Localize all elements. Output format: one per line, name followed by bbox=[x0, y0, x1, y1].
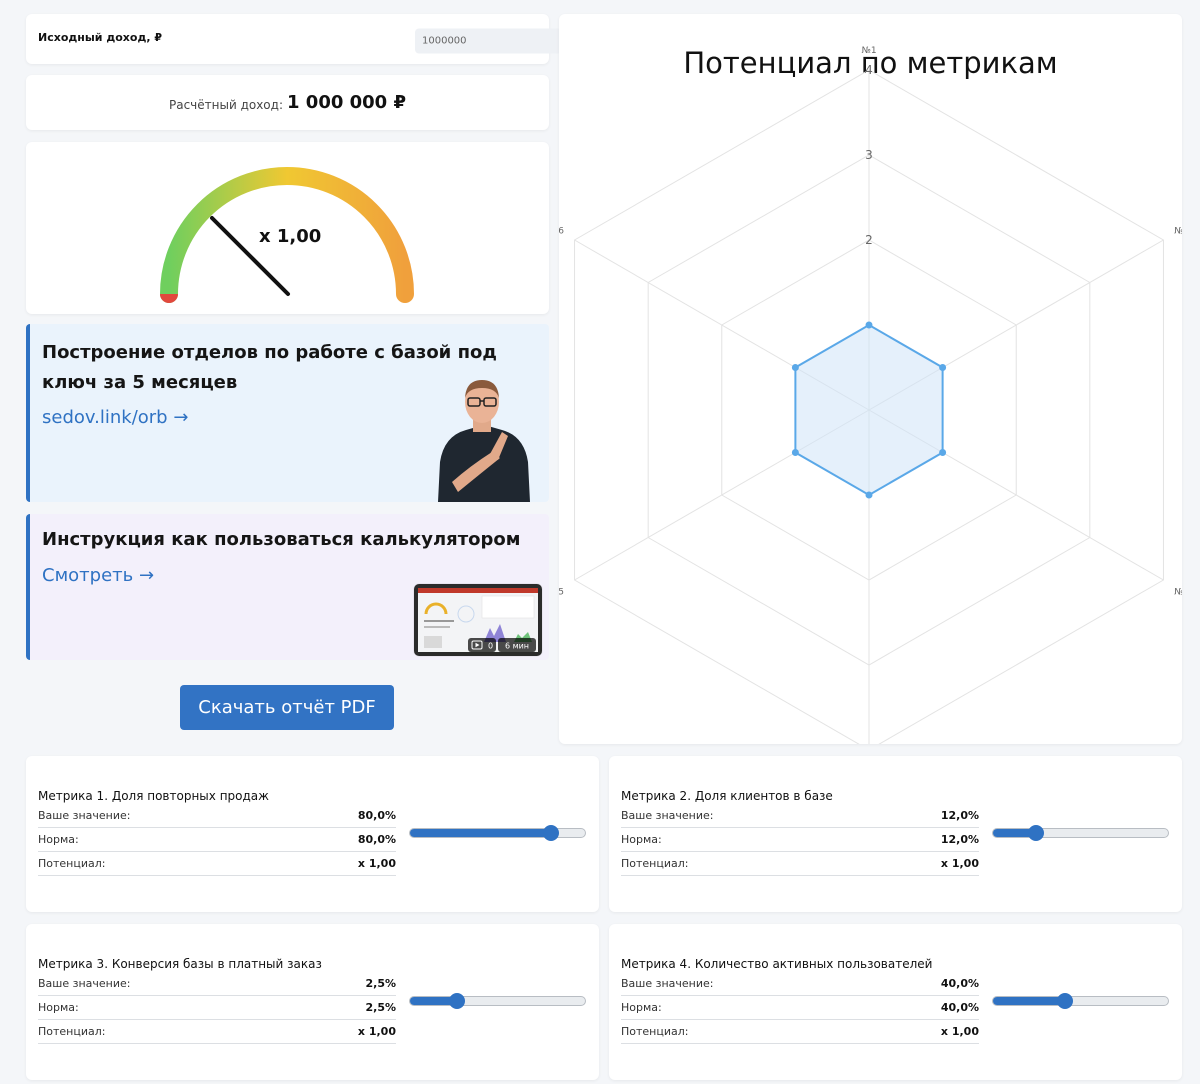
video-views: 0 bbox=[488, 642, 493, 651]
metric-slider[interactable] bbox=[992, 825, 1169, 841]
metric-row-yours: Ваше значение: 2,5% bbox=[38, 972, 396, 996]
radar-data-point bbox=[939, 364, 947, 371]
row-value: x 1,00 bbox=[357, 857, 396, 870]
presenter-photo bbox=[438, 380, 530, 502]
metric-title: Метрика 2. Доля клиентов в базе bbox=[621, 789, 833, 803]
metric-row-potential: Потенциал: x 1,00 bbox=[38, 1020, 396, 1044]
row-value: x 1,00 bbox=[357, 1025, 396, 1038]
download-pdf-button[interactable]: Скачать отчёт PDF bbox=[180, 685, 394, 730]
row-label: Ваше значение: bbox=[38, 809, 131, 822]
slider-fill bbox=[993, 997, 1066, 1005]
metric-card-3: Метрика 3. Конверсия базы в платный зака… bbox=[26, 924, 599, 1080]
calculated-income-value: 1 000 000 ₽ bbox=[287, 92, 406, 113]
radar-axis-label: №2 bbox=[1174, 227, 1182, 237]
slider-thumb[interactable] bbox=[448, 993, 465, 1009]
slider-thumb[interactable] bbox=[542, 825, 559, 841]
radar-series-area bbox=[794, 323, 944, 497]
row-label: Норма: bbox=[38, 1001, 79, 1014]
row-value: 40,0% bbox=[940, 1001, 979, 1014]
radar-data-point bbox=[865, 321, 873, 329]
promo-link[interactable]: Смотреть → bbox=[42, 565, 154, 586]
video-badges: 0 6 мин bbox=[468, 638, 536, 652]
row-value: 12,0% bbox=[940, 809, 979, 822]
metric-row-norm: Норма: 12,0% bbox=[621, 828, 979, 852]
radar-axis-label: №6 bbox=[559, 227, 564, 237]
row-value: 2,5% bbox=[365, 1001, 396, 1014]
radar-chart-card: Потенциал по метрикам 234№1№2№3№4№5№6 bbox=[559, 14, 1182, 744]
metric-row-potential: Потенциал: x 1,00 bbox=[621, 1020, 979, 1044]
row-label: Потенциал: bbox=[38, 1025, 106, 1038]
calculated-income-card: Расчётный доход: 1 000 000 ₽ bbox=[26, 75, 549, 130]
video-duration: 6 мин bbox=[505, 642, 529, 651]
slider-track[interactable] bbox=[409, 996, 586, 1006]
row-label: Потенциал: bbox=[621, 1025, 689, 1038]
row-label: Ваше значение: bbox=[621, 977, 714, 990]
row-label: Потенциал: bbox=[38, 857, 106, 870]
row-label: Норма: bbox=[621, 1001, 662, 1014]
metric-row-yours: Ваше значение: 12,0% bbox=[621, 804, 979, 828]
gauge-multiplier: x 1,00 bbox=[259, 226, 322, 247]
radar-axis-label: №5 bbox=[559, 588, 564, 598]
metric-row-norm: Норма: 2,5% bbox=[38, 996, 396, 1020]
slider-track[interactable] bbox=[992, 996, 1169, 1006]
radar-data-point bbox=[939, 449, 947, 456]
row-value: 2,5% bbox=[365, 977, 396, 990]
gauge-low-cap bbox=[160, 294, 178, 303]
promo-link[interactable]: sedov.link/orb → bbox=[42, 407, 188, 428]
metric-title: Метрика 4. Количество активных пользоват… bbox=[621, 957, 933, 971]
radar-tick-label: 2 bbox=[865, 233, 873, 247]
metric-row-yours: Ваше значение: 40,0% bbox=[621, 972, 979, 996]
metric-slider[interactable] bbox=[409, 993, 586, 1009]
metric-title: Метрика 1. Доля повторных продаж bbox=[38, 789, 269, 803]
slider-thumb[interactable] bbox=[1028, 825, 1045, 841]
metric-slider[interactable] bbox=[409, 825, 586, 841]
radar-data-point bbox=[865, 491, 873, 499]
metric-card-4: Метрика 4. Количество активных пользоват… bbox=[609, 924, 1182, 1080]
metric-row-potential: Потенциал: x 1,00 bbox=[621, 852, 979, 876]
slider-fill bbox=[410, 829, 552, 837]
radar-axis-label: №3 bbox=[1174, 588, 1182, 598]
calculated-income-label: Расчётный доход: bbox=[168, 97, 283, 112]
metric-row-yours: Ваше значение: 80,0% bbox=[38, 804, 396, 828]
slider-track[interactable] bbox=[992, 828, 1169, 838]
radar-chart: 234№1№2№3№4№5№6 bbox=[559, 46, 1182, 744]
row-label: Ваше значение: bbox=[38, 977, 131, 990]
radar-tick-label: 4 bbox=[865, 63, 873, 77]
metric-row-norm: Норма: 80,0% bbox=[38, 828, 396, 852]
row-label: Потенциал: bbox=[621, 857, 689, 870]
row-value: 12,0% bbox=[940, 833, 979, 846]
metric-row-norm: Норма: 40,0% bbox=[621, 996, 979, 1020]
metric-row-potential: Потенциал: x 1,00 bbox=[38, 852, 396, 876]
metric-title: Метрика 3. Конверсия базы в платный зака… bbox=[38, 957, 322, 971]
radar-data-point bbox=[791, 449, 799, 456]
metric-card-1: Метрика 1. Доля повторных продаж Ваше зн… bbox=[26, 756, 599, 912]
metric-card-2: Метрика 2. Доля клиентов в базе Ваше зна… bbox=[609, 756, 1182, 912]
row-value: x 1,00 bbox=[940, 857, 979, 870]
row-label: Норма: bbox=[38, 833, 79, 846]
radar-data-point bbox=[791, 364, 799, 371]
promo-card-orb[interactable]: Построение отделов по работе с базой под… bbox=[26, 324, 549, 502]
slider-track[interactable] bbox=[409, 828, 586, 838]
income-label: Исходный доход, ₽ bbox=[38, 31, 162, 44]
row-value: 40,0% bbox=[940, 977, 979, 990]
promo-card-instruction[interactable]: Инструкция как пользоваться калькуляторо… bbox=[26, 514, 549, 660]
radar-axis-label: №1 bbox=[861, 46, 876, 56]
row-label: Ваше значение: bbox=[621, 809, 714, 822]
promo-title: Инструкция как пользоваться калькуляторо… bbox=[42, 529, 521, 550]
income-card: Исходный доход, ₽ bbox=[26, 14, 562, 64]
income-input[interactable] bbox=[415, 28, 562, 54]
radar-tick-label: 3 bbox=[865, 148, 873, 162]
video-thumbnail[interactable]: 0 6 мин bbox=[414, 584, 542, 656]
row-value: 80,0% bbox=[357, 809, 396, 822]
row-value: 80,0% bbox=[357, 833, 396, 846]
slider-thumb[interactable] bbox=[1056, 993, 1073, 1009]
row-label: Норма: bbox=[621, 833, 662, 846]
metric-slider[interactable] bbox=[992, 993, 1169, 1009]
row-value: x 1,00 bbox=[940, 1025, 979, 1038]
